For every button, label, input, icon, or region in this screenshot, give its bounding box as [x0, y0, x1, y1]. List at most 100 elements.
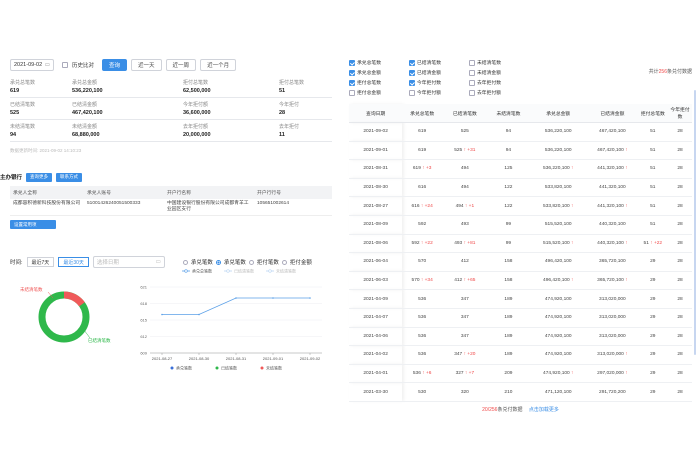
- stat-value: 525: [10, 110, 20, 116]
- checkbox[interactable]: [469, 59, 475, 66]
- contact-button[interactable]: 联系方式: [56, 172, 83, 182]
- checkbox[interactable]: [409, 69, 415, 76]
- legend-marker: [268, 269, 272, 273]
- query-more-button[interactable]: 查询更多: [26, 172, 53, 182]
- table-cell: 474,920,100 ↑: [529, 364, 588, 384]
- date-picker[interactable]: 2021-09-02 ▭: [10, 59, 54, 71]
- stat-label: 今年拒付: [279, 102, 300, 108]
- table-cell: 28: [668, 271, 692, 291]
- line-chart: 承兑总笔数 已结清笔数 未结清笔数 609 612 615 618 621 2021-08-27…: [140, 268, 322, 371]
- table-cell: 471,120,100: [529, 382, 588, 402]
- checkbox-label: 承兑总金额: [357, 71, 381, 76]
- column-toggle[interactable]: 未结清笔数: [469, 59, 524, 66]
- table-cell: 189: [487, 345, 530, 365]
- checkbox[interactable]: [469, 89, 475, 96]
- stat-label: 拒付总笔数: [279, 80, 305, 86]
- column-toggle[interactable]: 去年拒付数: [469, 79, 524, 86]
- radio-button[interactable]: [248, 259, 254, 265]
- checkbox[interactable]: [469, 79, 475, 86]
- last7-button[interactable]: 最近7天: [26, 257, 55, 267]
- checkbox[interactable]: [409, 79, 415, 86]
- radio-button[interactable]: [215, 259, 221, 265]
- table-row: 2021-03-30 530 320 210 471,120,100 291,720,20…: [349, 382, 692, 402]
- recent-day-button[interactable]: 近一天: [131, 59, 162, 71]
- total-suffix: 条兑付数据: [666, 69, 692, 75]
- column-toggle[interactable]: 承兑总金额: [349, 69, 404, 76]
- column-toggle[interactable]: 去年拒付额: [469, 89, 524, 96]
- stat-value: 536,220,100: [72, 88, 103, 94]
- column-toggle[interactable]: 拒付总笔数: [349, 79, 404, 86]
- x-tick-label: 2021-08-31: [226, 356, 247, 361]
- increase-indicator: ↑ +65: [463, 278, 476, 284]
- checkbox[interactable]: [349, 59, 355, 66]
- payer-header: 承兑人全称: [10, 186, 84, 199]
- table-cell: 28: [668, 327, 692, 347]
- payer-header: 开户行名称: [164, 186, 254, 199]
- table-cell: 536: [402, 327, 443, 347]
- table-footer: 20/256条兑付数据 点击加载更多: [349, 406, 692, 413]
- table-cell: 496,420,100: [529, 252, 588, 272]
- set-common-button[interactable]: 设置常用项: [10, 220, 56, 229]
- load-more-link[interactable]: 点击加载更多: [529, 407, 559, 413]
- checkbox[interactable]: [469, 69, 475, 76]
- checkbox-label: 已结清金额: [417, 71, 441, 76]
- checkbox-label: 已结清笔数: [417, 61, 441, 66]
- increase-indicator: ↑: [571, 203, 574, 209]
- footer-shown: 20/256: [482, 406, 498, 413]
- x-tick-label: 2021-08-27: [152, 356, 173, 361]
- table-cell: 441,320,100: [587, 178, 638, 198]
- table-cell: 28: [668, 234, 692, 254]
- payer-bank-code: 105651002614: [254, 199, 332, 216]
- recent-month-button[interactable]: 近一个月: [200, 59, 237, 71]
- checkbox[interactable]: [409, 89, 415, 96]
- date-range-placeholder: 选择日期: [96, 260, 119, 266]
- table-cell: 94: [487, 122, 530, 142]
- column-toggle[interactable]: 今年拒付额: [409, 89, 464, 96]
- stat-item: 今年拒付额 36,600,000: [183, 100, 279, 120]
- table-cell: 327 ↑ +7: [442, 364, 488, 384]
- stat-item: 去年拒付额 20,000,000: [183, 122, 279, 142]
- last30-button[interactable]: 最近30天: [58, 257, 89, 267]
- bottom-legend-label: 未结笔数: [266, 365, 282, 371]
- stat-value: 467,420,100: [72, 110, 103, 116]
- stat-item: 拒付总笔数 51: [279, 78, 332, 98]
- column-toggle[interactable]: 未结清金额: [469, 69, 524, 76]
- payer-title: 主办银行: [0, 175, 23, 181]
- increase-indicator: ↑: [625, 240, 628, 246]
- table-cell: 29: [637, 289, 669, 309]
- column-toggle[interactable]: 已结清金额: [409, 69, 464, 76]
- table-cell: 28: [668, 345, 692, 365]
- table-cell: 530: [402, 382, 443, 402]
- checkbox[interactable]: [349, 79, 355, 86]
- checkbox[interactable]: [409, 59, 415, 66]
- table-cell: 2021-04-01: [349, 364, 403, 384]
- checkbox[interactable]: [349, 89, 355, 96]
- radio-button[interactable]: [281, 259, 287, 265]
- table-cell: 440,320,100 ↑: [587, 234, 638, 254]
- table-cell: 347: [442, 289, 488, 309]
- column-header: 承兑总笔数: [402, 104, 443, 123]
- column-header: 未结清笔数: [487, 104, 530, 123]
- checkbox-label: 今年拒付额: [417, 91, 441, 96]
- checkbox[interactable]: [349, 69, 355, 76]
- table-scrollbar[interactable]: [694, 90, 696, 355]
- table-cell: 51: [637, 122, 669, 142]
- column-toggle[interactable]: 拒付总金额: [349, 89, 404, 96]
- table-cell: 2021-08-30: [349, 178, 403, 198]
- table-cell: 28: [668, 289, 692, 309]
- table-row: 2021-08-31 619 ↑ +3 494 125 536,220,100 ↑ 441…: [349, 159, 692, 179]
- radio-button[interactable]: [182, 259, 188, 265]
- query-button[interactable]: 查询: [102, 59, 128, 71]
- table-cell: 2021-04-02: [349, 345, 403, 365]
- date-value: 2021-09-02: [14, 62, 43, 68]
- table-cell: 570 ↑ +34: [402, 271, 443, 291]
- column-toggle[interactable]: 承兑总笔数: [349, 59, 404, 66]
- column-toggle[interactable]: 今年拒付数: [409, 79, 464, 86]
- column-header: 查询日期: [349, 104, 403, 123]
- history-compare-checkbox[interactable]: [62, 62, 68, 68]
- table-cell: 347 ↑ +20: [442, 345, 488, 365]
- checkbox-label: 拒付总笔数: [357, 81, 381, 86]
- recent-week-button[interactable]: 近一周: [165, 59, 197, 71]
- total-count: 共计256条兑付数据: [649, 68, 692, 75]
- column-toggle[interactable]: 已结清笔数: [409, 59, 464, 66]
